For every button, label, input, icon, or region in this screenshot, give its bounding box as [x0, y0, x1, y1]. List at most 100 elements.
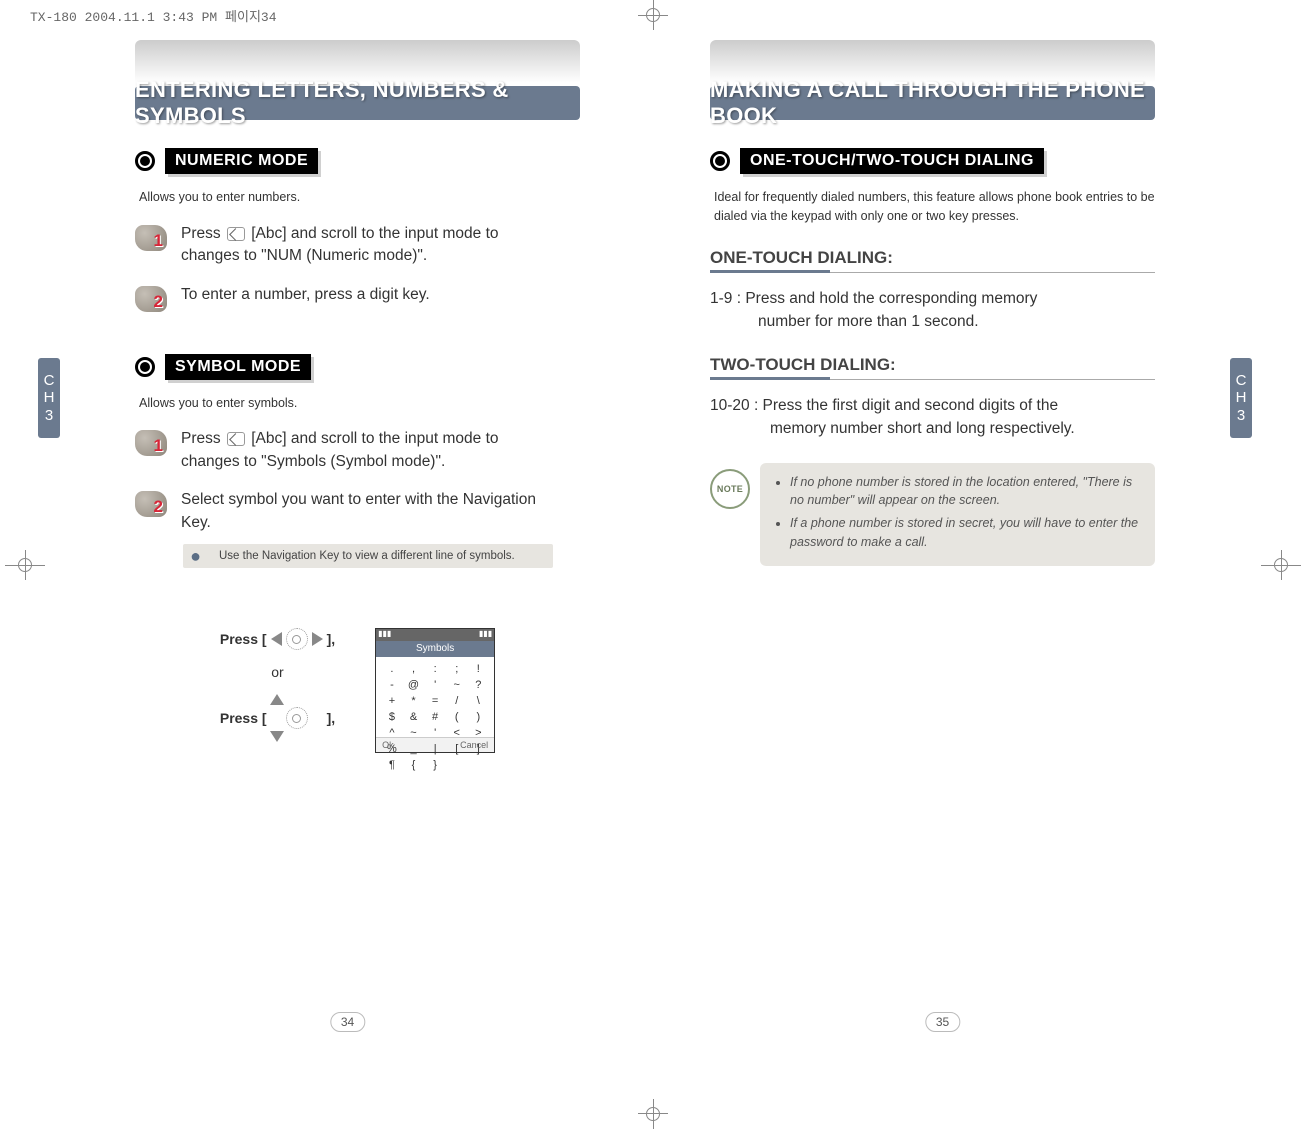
arrow-left-icon [271, 632, 282, 646]
symbol-intro: Allows you to enter symbols. [139, 394, 580, 413]
section-pill-numeric: NUMERIC MODE [165, 148, 318, 174]
note-panel: NOTE If no phone number is stored in the… [710, 463, 1155, 566]
subheading-one-touch: ONE-TOUCH DIALING: [710, 248, 1155, 273]
symbol-cell: { [406, 759, 422, 771]
step-badge-2-icon: 2 [135, 286, 167, 312]
press-label: Press [ [220, 631, 267, 647]
tab-line-c: C [1236, 372, 1247, 389]
symbol-cell: ~ [449, 679, 465, 691]
press-label-b: Press [ [220, 710, 267, 726]
symbol-cell: ~ [406, 727, 422, 739]
symbol-cell: ¶ [384, 759, 400, 771]
nav-key-icon [286, 707, 308, 729]
symbol-cell: $ [384, 711, 400, 723]
note-item-2: If a phone number is stored in secret, y… [790, 514, 1141, 552]
two-touch-line2: memory number short and long respectivel… [710, 417, 1140, 440]
two-touch-line1: 10-20 : Press the first digit and second… [710, 397, 1058, 414]
symbol-grid: .,:;!-@'~?+*=/\$&#()^~'<>%_|[]¶{} [384, 663, 486, 771]
symbol-cell: _ [406, 743, 422, 755]
note-icon: NOTE [710, 469, 750, 509]
tab-line-h: H [1236, 389, 1247, 406]
numeric-step1-text: Press [Abc] and scroll to the input mode… [181, 223, 541, 268]
numeric-step-2: 2 To enter a number, press a digit key. [135, 284, 580, 312]
numeric-intro: Allows you to enter numbers. [139, 188, 580, 207]
page-title-left: ENTERING LETTERS, NUMBERS & SYMBOLS [135, 86, 580, 120]
tab-line-h: H [44, 389, 55, 406]
arrow-up-icon [270, 694, 284, 705]
chapter-tab-right: C H 3 [1230, 358, 1252, 438]
tip-bullet-icon: ● [183, 544, 209, 568]
section-pill-onetwo: ONE-TOUCH/TWO-TOUCH DIALING [740, 148, 1044, 174]
section-pill-symbol: SYMBOL MODE [165, 354, 311, 380]
page-left: C H 3 ENTERING LETTERS, NUMBERS & SYMBOL… [60, 22, 635, 1062]
softkey-icon [227, 227, 245, 241]
phone-screen-title: Symbols [376, 641, 494, 657]
page-right: C H 3 MAKING A CALL THROUGH THE PHONE BO… [655, 22, 1230, 1062]
subheading-two-touch: TWO-TOUCH DIALING: [710, 355, 1155, 380]
symbol-cell: . [384, 663, 400, 675]
symbol-cell: # [427, 711, 443, 723]
symbol-cell: > [471, 727, 487, 739]
section-symbol: SYMBOL MODE [135, 354, 580, 380]
symbol-cell: ) [471, 711, 487, 723]
symbol-cell: @ [406, 679, 422, 691]
figure-area: Press [ ], or Press [ ], [135, 628, 580, 753]
section-bullet-icon [135, 357, 155, 377]
symbol-cell: ! [471, 663, 487, 675]
press-block: Press [ ], or Press [ ], [220, 628, 335, 753]
symbol-cell: , [406, 663, 422, 675]
press-horizontal: Press [ ], [220, 628, 335, 650]
symbol-step-1: 1 Press [Abc] and scroll to the input mo… [135, 428, 580, 473]
phone-screen: ▮▮▮ ▮▮▮ Symbols .,:;!-@'~?+*=/\$&#()^~'<… [375, 628, 495, 753]
symbol-cell: ? [471, 679, 487, 691]
tip-box: ● Use the Navigation Key to view a diffe… [183, 544, 553, 568]
symbol-cell: / [449, 695, 465, 707]
symbol-cell [449, 759, 465, 771]
title-bar-right: MAKING A CALL THROUGH THE PHONE BOOK [710, 40, 1155, 120]
phone-status-bar: ▮▮▮ ▮▮▮ [376, 629, 494, 641]
symbol-cell: \ [471, 695, 487, 707]
nav-key-icon [286, 628, 308, 650]
symbol-cell: | [427, 743, 443, 755]
section-onetwo-touch: ONE-TOUCH/TWO-TOUCH DIALING [710, 148, 1155, 174]
symbol-cell: ' [427, 727, 443, 739]
softkey-icon [227, 432, 245, 446]
symbol-cell: } [427, 759, 443, 771]
symbol-cell: - [384, 679, 400, 691]
symbol-step1-text: Press [Abc] and scroll to the input mode… [181, 428, 541, 473]
step-badge-1-icon: 1 [135, 430, 167, 456]
arrow-down-icon [270, 731, 284, 742]
symbol-cell: & [406, 711, 422, 723]
chapter-tab-left: C H 3 [38, 358, 60, 438]
symbol-step-2: 2 Select symbol you want to enter with t… [135, 489, 580, 534]
tab-line-3: 3 [45, 407, 53, 424]
softkey-ok: Ok [382, 740, 394, 750]
battery-icon: ▮▮▮ [479, 629, 492, 641]
note-body: If no phone number is stored in the loca… [760, 463, 1155, 566]
one-touch-line1: 1-9 : Press and hold the corresponding m… [710, 290, 1037, 307]
tab-line-c: C [44, 372, 55, 389]
tip-text: Use the Navigation Key to view a differe… [209, 544, 525, 568]
softkey-cancel: Cancel [460, 740, 488, 750]
page-number-right: 35 [925, 1012, 960, 1032]
symbol-cell: ' [427, 679, 443, 691]
symbol-cell: ; [449, 663, 465, 675]
two-touch-body: 10-20 : Press the first digit and second… [710, 394, 1140, 441]
title-bar-left: ENTERING LETTERS, NUMBERS & SYMBOLS [135, 40, 580, 120]
tab-line-3: 3 [1237, 407, 1245, 424]
symbol-cell: * [406, 695, 422, 707]
arrow-right-icon [312, 632, 323, 646]
press-label-b-suffix: ], [327, 710, 336, 726]
signal-icon: ▮▮▮ [378, 629, 391, 641]
numeric-step2-text: To enter a number, press a digit key. [181, 284, 430, 306]
section-bullet-icon [710, 151, 730, 171]
press-label-suffix: ], [327, 631, 336, 647]
step-badge-1-icon: 1 [135, 225, 167, 251]
symbol-cell [471, 759, 487, 771]
page-title-right: MAKING A CALL THROUGH THE PHONE BOOK [710, 86, 1155, 120]
press-vertical: Press [ ], [220, 707, 335, 729]
numeric-step-1: 1 Press [Abc] and scroll to the input mo… [135, 223, 580, 268]
symbol-cell: = [427, 695, 443, 707]
crop-mark-right [1261, 550, 1301, 580]
symbol-step2-text: Select symbol you want to enter with the… [181, 489, 541, 534]
